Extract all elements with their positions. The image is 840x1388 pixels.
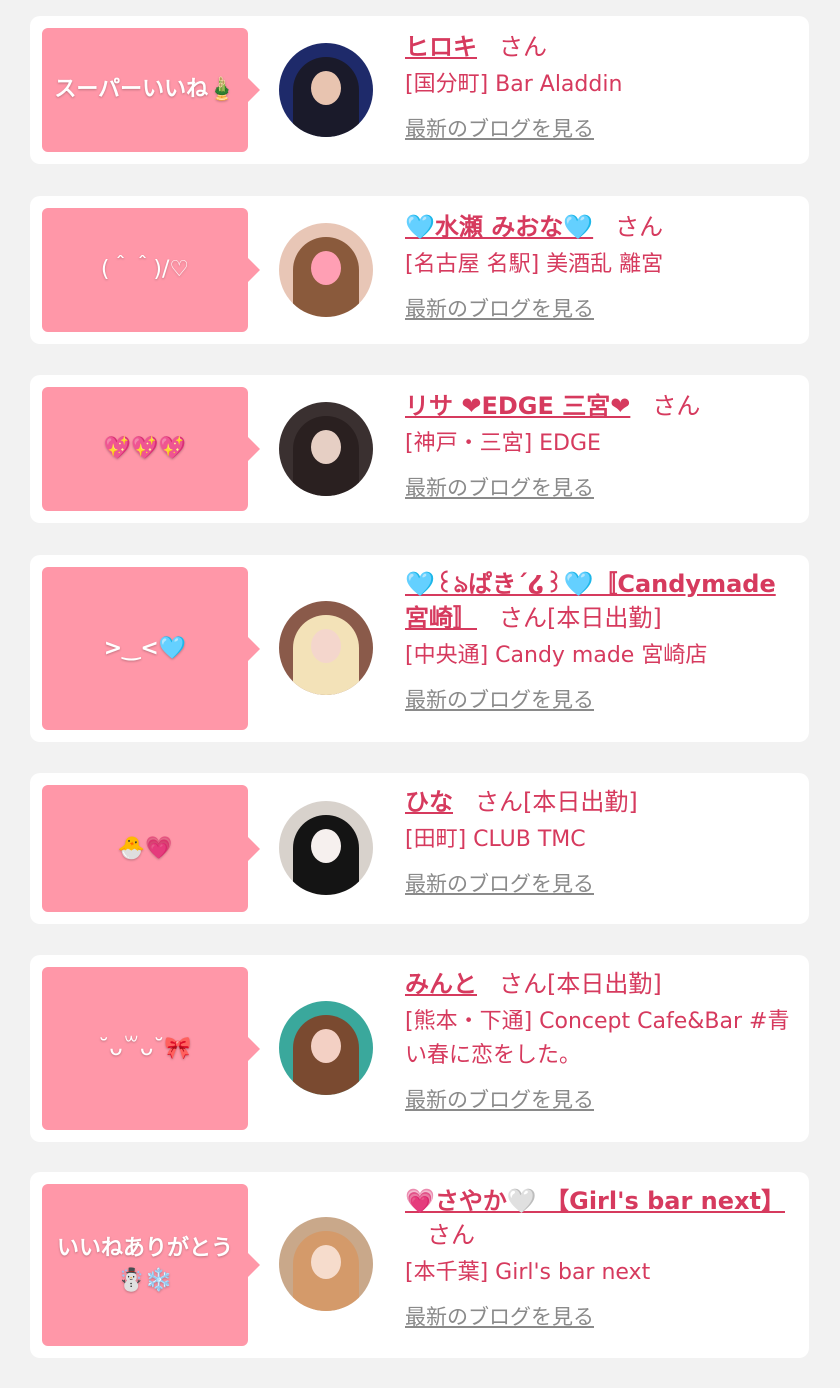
reaction-bubble: 💖💖💖 bbox=[42, 387, 260, 511]
honorific: さん bbox=[499, 604, 547, 632]
honorific: さん bbox=[615, 213, 664, 241]
list-item: スーパーいいね🎍 ヒロキ さん [国分町] Bar Aladdin 最新のブログを… bbox=[30, 16, 809, 164]
like-list: スーパーいいね🎍 ヒロキ さん [国分町] Bar Aladdin 最新のブログを… bbox=[0, 0, 840, 1388]
avatar[interactable] bbox=[279, 601, 373, 695]
avatar[interactable] bbox=[279, 43, 373, 137]
user-name-link[interactable]: ヒロキ bbox=[405, 33, 477, 61]
latest-blog-link[interactable]: 最新のブログを見る bbox=[405, 294, 594, 324]
avatar[interactable] bbox=[279, 801, 373, 895]
name-line: 🩵水瀬 みおな🩵 さん bbox=[405, 210, 791, 244]
name-line: 💗さやか🤍 【Girl's bar next】さん bbox=[405, 1184, 791, 1252]
reaction-bubble: いいねありがとう ☃️❄️ bbox=[42, 1184, 260, 1346]
reaction-bubble: >‿<🩵 bbox=[42, 567, 260, 730]
latest-blog-link[interactable]: 最新のブログを見る bbox=[405, 869, 594, 899]
avatar[interactable] bbox=[279, 1217, 373, 1311]
user-name-link[interactable]: リサ ❤EDGE 三宮❤ bbox=[405, 392, 630, 420]
honorific: さん bbox=[427, 1221, 475, 1249]
avatar[interactable] bbox=[279, 223, 373, 317]
list-item: ˘ᴗ꒳ᴗ˘🎀 みんと さん[本日出勤] [熊本・下通] Concept Cafe&… bbox=[30, 955, 809, 1142]
latest-blog-link[interactable]: 最新のブログを見る bbox=[405, 114, 594, 144]
status-badge: [本日出勤] bbox=[547, 970, 662, 998]
honorific: さん bbox=[652, 392, 701, 420]
honorific: さん bbox=[499, 33, 547, 61]
name-line: みんと さん[本日出勤] bbox=[405, 967, 791, 1001]
list-item: 🐣💗 ひな さん[本日出勤] [田町] CLUB TMC 最新のブログを見る bbox=[30, 773, 809, 924]
user-name-link[interactable]: みんと bbox=[405, 970, 477, 998]
shop-name: [田町] CLUB TMC bbox=[405, 827, 586, 852]
reaction-bubble: ˘ᴗ꒳ᴗ˘🎀 bbox=[42, 967, 260, 1130]
status-badge: [本日出勤] bbox=[523, 788, 638, 816]
user-name-link[interactable]: 💗さやか🤍 【Girl's bar next】 bbox=[405, 1187, 785, 1215]
avatar[interactable] bbox=[279, 1001, 373, 1095]
reaction-bubble: (＾＾)/♡ bbox=[42, 208, 260, 332]
shop-name: [中央通] Candy made 宮崎店 bbox=[405, 643, 708, 668]
honorific: さん bbox=[499, 970, 547, 998]
shop-name: [本千葉] Girl's bar next bbox=[405, 1260, 651, 1285]
name-line: ヒロキ さん bbox=[405, 30, 791, 64]
reaction-bubble: スーパーいいね🎍 bbox=[42, 28, 260, 152]
latest-blog-link[interactable]: 最新のブログを見る bbox=[405, 1085, 594, 1115]
name-line: ひな さん[本日出勤] bbox=[405, 785, 791, 819]
user-name-link[interactable]: 🩵水瀬 みおな🩵 bbox=[405, 213, 593, 241]
list-item: (＾＾)/♡ 🩵水瀬 みおな🩵 さん [名古屋 名駅] 美酒乱 離宮 最新のブログ… bbox=[30, 196, 809, 344]
latest-blog-link[interactable]: 最新のブログを見る bbox=[405, 1302, 594, 1332]
reaction-bubble: 🐣💗 bbox=[42, 785, 260, 912]
avatar[interactable] bbox=[279, 402, 373, 496]
shop-name: [熊本・下通] Concept Cafe&Bar #青い春に恋をした。 bbox=[405, 1009, 790, 1068]
status-badge: [本日出勤] bbox=[547, 604, 662, 632]
latest-blog-link[interactable]: 最新のブログを見る bbox=[405, 685, 594, 715]
list-item: 💖💖💖 リサ ❤EDGE 三宮❤ さん [神戸・三宮] EDGE 最新のブログを見… bbox=[30, 375, 809, 523]
shop-name: [神戸・三宮] EDGE bbox=[405, 431, 601, 456]
shop-name: [名古屋 名駅] 美酒乱 離宮 bbox=[405, 252, 664, 277]
honorific: さん bbox=[475, 788, 523, 816]
user-name-link[interactable]: ひな bbox=[405, 788, 453, 816]
shop-name: [国分町] Bar Aladdin bbox=[405, 72, 623, 97]
list-item: いいねありがとう ☃️❄️ 💗さやか🤍 【Girl's bar next】さん … bbox=[30, 1172, 809, 1358]
latest-blog-link[interactable]: 最新のブログを見る bbox=[405, 473, 594, 503]
name-line: リサ ❤EDGE 三宮❤ さん bbox=[405, 389, 791, 423]
name-line: 🩵꒰ঌぱきˊ໒꒱🩵〚Candymade宮崎〛 さん[本日出勤] bbox=[405, 567, 791, 635]
list-item: >‿<🩵 🩵꒰ঌぱきˊ໒꒱🩵〚Candymade宮崎〛 さん[本日出勤] [中央通… bbox=[30, 555, 809, 742]
